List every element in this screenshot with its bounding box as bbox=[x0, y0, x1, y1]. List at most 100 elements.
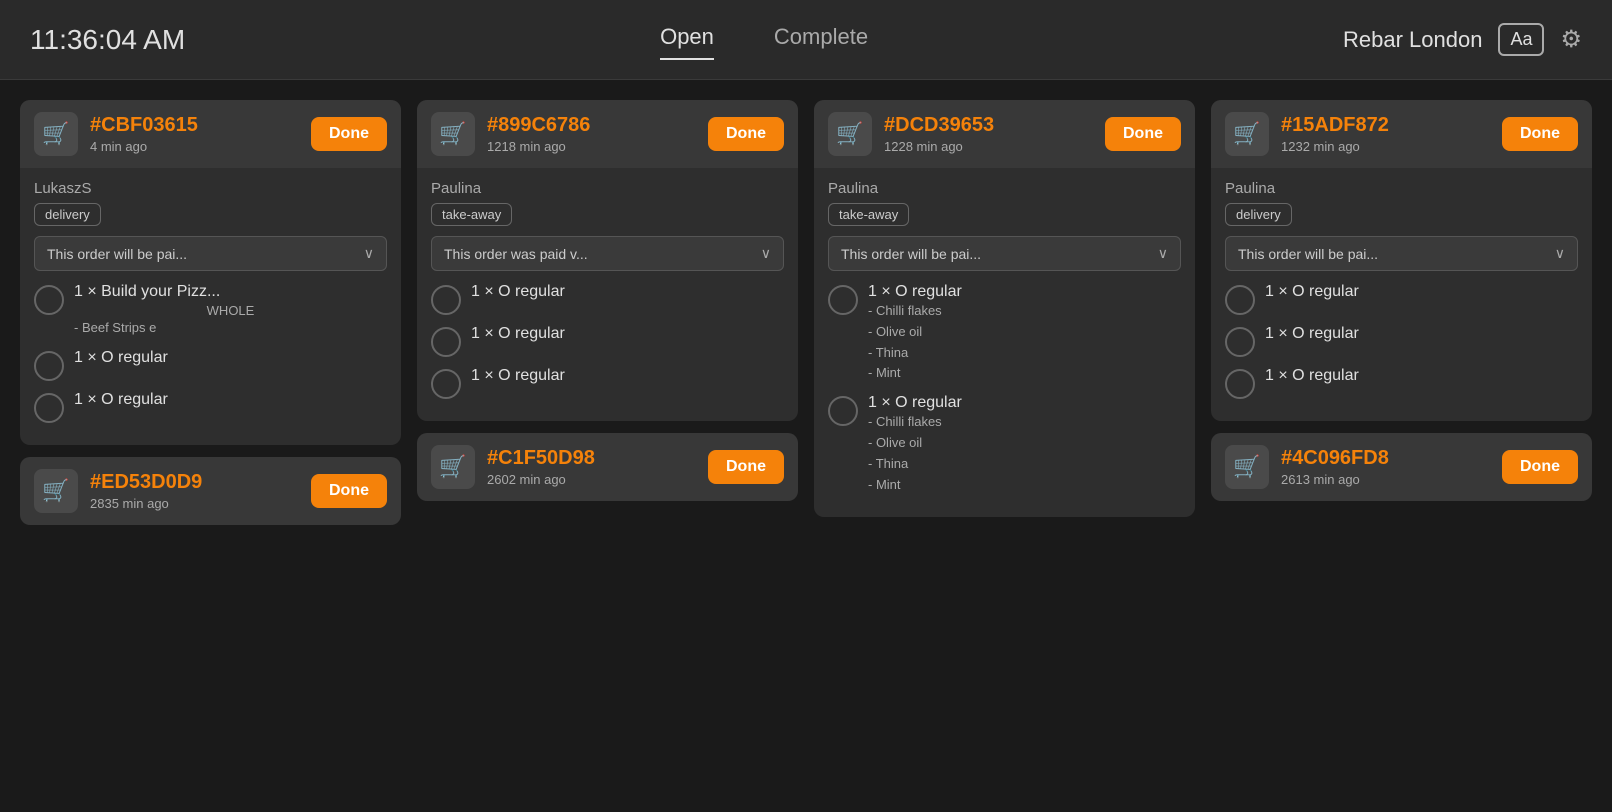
order-item: 1 × O regular bbox=[431, 283, 784, 315]
cart-icon: 🛒 bbox=[431, 445, 475, 489]
order-item: 1 × Build your Pizz... WHOLE - Beef Stri… bbox=[34, 283, 387, 339]
item-checkbox[interactable] bbox=[431, 285, 461, 315]
order-card: 🛒 #C1F50D98 2602 min ago Done bbox=[417, 433, 798, 501]
cart-icon: 🛒 bbox=[431, 112, 475, 156]
font-size-button[interactable]: Aa bbox=[1498, 23, 1544, 56]
item-name: 1 × O regular bbox=[1265, 283, 1578, 301]
order-id-block: #DCD39653 1228 min ago bbox=[884, 114, 1093, 154]
item-checkbox[interactable] bbox=[828, 396, 858, 426]
column-1: 🛒 #CBF03615 4 min ago Done LukaszS deliv… bbox=[20, 100, 401, 792]
order-id: #899C6786 bbox=[487, 114, 696, 137]
item-name: 1 × O regular bbox=[471, 367, 784, 385]
done-button[interactable]: Done bbox=[708, 450, 784, 484]
item-name: 1 × O regular bbox=[471, 283, 784, 301]
item-name: 1 × O regular bbox=[1265, 325, 1578, 343]
payment-dropdown[interactable]: This order was paid v... ∨ bbox=[431, 236, 784, 271]
order-id: #C1F50D98 bbox=[487, 447, 696, 470]
item-name: 1 × O regular bbox=[1265, 367, 1578, 385]
column-4: 🛒 #15ADF872 1232 min ago Done Paulina de… bbox=[1211, 100, 1592, 792]
payment-dropdown[interactable]: This order will be pai... ∨ bbox=[828, 236, 1181, 271]
order-id: #ED53D0D9 bbox=[90, 471, 299, 494]
item-checkbox[interactable] bbox=[34, 285, 64, 315]
item-checkbox[interactable] bbox=[1225, 327, 1255, 357]
item-name: 1 × O regular bbox=[471, 325, 784, 343]
order-item: 1 × O regular bbox=[431, 367, 784, 399]
payment-dropdown[interactable]: This order will be pai... ∨ bbox=[34, 236, 387, 271]
order-id-block: #899C6786 1218 min ago bbox=[487, 114, 696, 154]
order-type-badge: delivery bbox=[1225, 203, 1292, 226]
item-name: 1 × Build your Pizz... bbox=[74, 283, 387, 301]
payment-text: This order will be pai... bbox=[841, 246, 981, 262]
item-details: 1 × O regular bbox=[471, 283, 784, 301]
dropdown-arrow-icon: ∨ bbox=[1555, 245, 1565, 262]
order-type-badge: take-away bbox=[828, 203, 909, 226]
order-time: 2613 min ago bbox=[1281, 472, 1490, 487]
done-button[interactable]: Done bbox=[708, 117, 784, 151]
done-button[interactable]: Done bbox=[311, 117, 387, 151]
payment-text: This order will be pai... bbox=[47, 246, 187, 262]
order-header: 🛒 #C1F50D98 2602 min ago Done bbox=[417, 433, 798, 501]
item-details: 1 × O regular - Chilli flakes- Olive oil… bbox=[868, 394, 1181, 495]
customer-name: Paulina bbox=[1225, 180, 1578, 197]
cart-icon: 🛒 bbox=[828, 112, 872, 156]
done-button[interactable]: Done bbox=[1105, 117, 1181, 151]
order-item: 1 × O regular bbox=[1225, 367, 1578, 399]
settings-icon[interactable]: ⚙ bbox=[1560, 25, 1582, 54]
cart-icon: 🛒 bbox=[1225, 112, 1269, 156]
order-header: 🛒 #4C096FD8 2613 min ago Done bbox=[1211, 433, 1592, 501]
item-name: 1 × O regular bbox=[74, 349, 387, 367]
order-time: 4 min ago bbox=[90, 139, 299, 154]
item-name: 1 × O regular bbox=[74, 391, 387, 409]
item-sub1: WHOLE bbox=[74, 303, 387, 318]
done-button[interactable]: Done bbox=[1502, 450, 1578, 484]
item-details: 1 × O regular bbox=[74, 391, 387, 409]
customer-name: Paulina bbox=[431, 180, 784, 197]
payment-text: This order will be pai... bbox=[1238, 246, 1378, 262]
cart-icon: 🛒 bbox=[34, 112, 78, 156]
item-modifier: - Chilli flakes- Olive oil- Thina- Mint bbox=[868, 412, 1181, 495]
payment-text: This order was paid v... bbox=[444, 246, 588, 262]
order-header: 🛒 #899C6786 1218 min ago Done bbox=[417, 100, 798, 168]
order-type-badge: take-away bbox=[431, 203, 512, 226]
order-card: 🛒 #899C6786 1218 min ago Done Paulina ta… bbox=[417, 100, 798, 421]
item-checkbox[interactable] bbox=[828, 285, 858, 315]
order-card: 🛒 #CBF03615 4 min ago Done LukaszS deliv… bbox=[20, 100, 401, 445]
item-checkbox[interactable] bbox=[34, 351, 64, 381]
order-time: 1228 min ago bbox=[884, 139, 1093, 154]
item-checkbox[interactable] bbox=[34, 393, 64, 423]
order-type-badge: delivery bbox=[34, 203, 101, 226]
item-details: 1 × O regular bbox=[471, 325, 784, 343]
cart-icon: 🛒 bbox=[34, 469, 78, 513]
dropdown-arrow-icon: ∨ bbox=[761, 245, 771, 262]
order-header: 🛒 #CBF03615 4 min ago Done bbox=[20, 100, 401, 168]
top-right: Rebar London Aa ⚙ bbox=[1343, 23, 1582, 56]
done-button[interactable]: Done bbox=[1502, 117, 1578, 151]
item-checkbox[interactable] bbox=[1225, 285, 1255, 315]
order-item: 1 × O regular - Chilli flakes- Olive oil… bbox=[828, 394, 1181, 495]
customer-name: LukaszS bbox=[34, 180, 387, 197]
order-id: #CBF03615 bbox=[90, 114, 299, 137]
tab-complete[interactable]: Complete bbox=[774, 24, 868, 56]
item-details: 1 × O regular bbox=[1265, 367, 1578, 385]
order-body: LukaszS delivery This order will be pai.… bbox=[20, 168, 401, 445]
item-checkbox[interactable] bbox=[431, 327, 461, 357]
dropdown-arrow-icon: ∨ bbox=[364, 245, 374, 262]
top-bar: 11:36:04 AM Open Complete Rebar London A… bbox=[0, 0, 1612, 80]
order-time: 2835 min ago bbox=[90, 496, 299, 511]
nav-tabs: Open Complete bbox=[660, 24, 868, 56]
order-card: 🛒 #DCD39653 1228 min ago Done Paulina ta… bbox=[814, 100, 1195, 517]
order-id: #15ADF872 bbox=[1281, 114, 1490, 137]
order-time: 2602 min ago bbox=[487, 472, 696, 487]
item-sub2: - Beef Strips e bbox=[74, 318, 387, 339]
order-card: 🛒 #ED53D0D9 2835 min ago Done bbox=[20, 457, 401, 525]
order-header: 🛒 #DCD39653 1228 min ago Done bbox=[814, 100, 1195, 168]
order-time: 1218 min ago bbox=[487, 139, 696, 154]
order-id-block: #15ADF872 1232 min ago bbox=[1281, 114, 1490, 154]
tab-open[interactable]: Open bbox=[660, 24, 714, 56]
done-button[interactable]: Done bbox=[311, 474, 387, 508]
order-id: #DCD39653 bbox=[884, 114, 1093, 137]
payment-dropdown[interactable]: This order will be pai... ∨ bbox=[1225, 236, 1578, 271]
item-checkbox[interactable] bbox=[431, 369, 461, 399]
order-body: Paulina take-away This order will be pai… bbox=[814, 168, 1195, 517]
item-checkbox[interactable] bbox=[1225, 369, 1255, 399]
